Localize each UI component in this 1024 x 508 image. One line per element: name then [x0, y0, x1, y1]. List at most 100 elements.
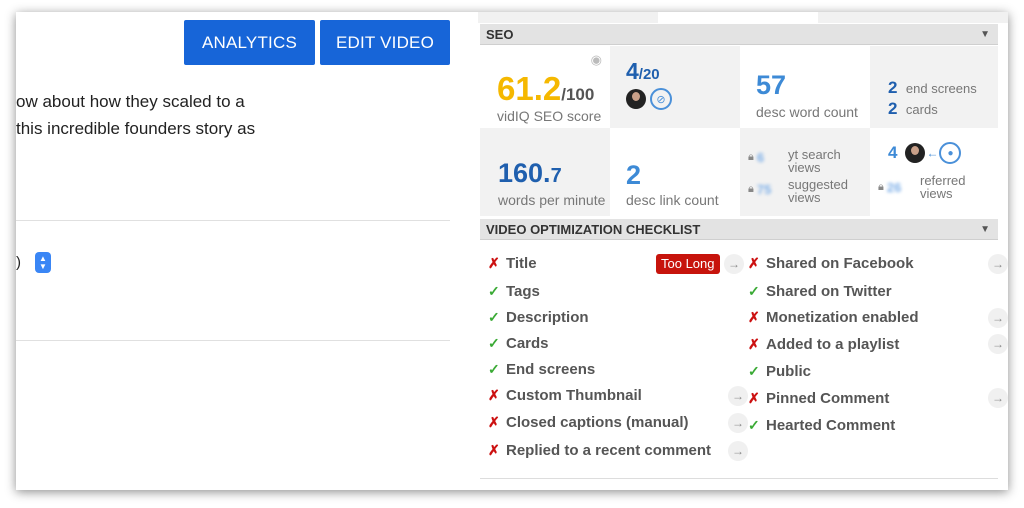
checklist-item-replied-comment[interactable]: ✗ Replied to a recent comment: [488, 442, 711, 459]
check-icon: ✓: [488, 283, 500, 299]
analytics-button[interactable]: ANALYTICS: [184, 20, 315, 65]
collapse-caret-icon[interactable]: ▼: [980, 24, 990, 45]
arrow-right-icon[interactable]: →: [988, 308, 1008, 328]
arrow-right-icon[interactable]: →: [724, 254, 744, 274]
video-description-line-1: ow about how they scaled to a: [16, 92, 245, 111]
fail-icon: ✗: [748, 255, 760, 271]
desc-link-count-value: 2: [626, 160, 642, 190]
arrow-right-icon[interactable]: →: [988, 388, 1008, 408]
checklist-header-label: VIDEO OPTIMIZATION CHECKLIST: [486, 222, 701, 237]
cards-label: cards: [905, 102, 938, 117]
fail-icon: ✗: [488, 442, 500, 458]
chevron-down-icon: ▼: [39, 261, 47, 271]
checklist-item-description[interactable]: ✓ Description: [488, 309, 589, 326]
fail-icon: ✗: [488, 255, 500, 271]
avatar: [905, 143, 926, 163]
select-value[interactable]: ): [16, 254, 21, 271]
words-per-minute-tile: 160.7 words per minute: [480, 128, 610, 216]
yt-search-value: 6: [756, 150, 765, 165]
desc-word-count-label: desc word count: [756, 104, 858, 120]
end-screens-cards-tile: 2 end screens 2 cards: [870, 46, 998, 128]
checklist-section-header[interactable]: VIDEO OPTIMIZATION CHECKLIST ▼: [480, 219, 998, 240]
seo-score-label: vidIQ SEO score: [497, 108, 602, 124]
checklist-item-shared-facebook[interactable]: ✗ Shared on Facebook: [748, 255, 914, 272]
seo-score-max: /100: [561, 85, 595, 104]
checklist-item-label: Tags: [506, 283, 540, 300]
desc-word-count-tile: 57 desc word count: [740, 46, 870, 128]
suggested-label: suggested views: [788, 177, 848, 205]
referrer-count: 4: [888, 143, 898, 162]
arrow-right-icon[interactable]: →: [988, 334, 1008, 354]
seo-score-tile: ◉ 61.2/100 vidIQ SEO score: [480, 46, 610, 128]
checklist-item-title[interactable]: ✗ Title: [488, 255, 537, 272]
checklist-item-end-screens[interactable]: ✓ End screens: [488, 361, 595, 378]
fail-icon: ✗: [488, 414, 500, 430]
too-long-badge: Too Long: [656, 254, 720, 274]
fail-icon: ✗: [748, 336, 760, 352]
cards-count: 2: [888, 99, 898, 118]
checklist-item-label: Pinned Comment: [766, 390, 890, 407]
collapse-caret-icon[interactable]: ▼: [980, 219, 990, 240]
checklist-item-public[interactable]: ✓ Public: [748, 363, 811, 380]
checklist-item-label: Custom Thumbnail: [506, 387, 642, 404]
checklist-item-closed-captions[interactable]: ✗ Closed captions (manual): [488, 414, 689, 431]
referred-value: 26: [886, 180, 902, 195]
desc-word-count-value: 57: [756, 70, 787, 100]
lock-icon: 🔒︎: [748, 151, 754, 163]
avatar: [626, 89, 646, 109]
search-views-tile: 🔒︎ 6 yt search views 🔒︎ 75 suggested vie…: [740, 128, 870, 216]
checklist-item-monetization[interactable]: ✗ Monetization enabled: [748, 309, 919, 326]
arrow-right-icon[interactable]: →: [728, 386, 748, 406]
checklist-item-label: Monetization enabled: [766, 309, 919, 326]
checklist-item-hearted-comment[interactable]: ✓ Hearted Comment: [748, 417, 895, 434]
check-icon: ✓: [748, 283, 760, 299]
wpm-label: words per minute: [498, 192, 606, 208]
end-screens-label: end screens: [905, 81, 977, 96]
panel-top-strip: [478, 12, 1008, 23]
video-details-pane: ANALYTICS EDIT VIDEO ow about how they s…: [16, 12, 466, 490]
fail-icon: ✗: [748, 390, 760, 406]
checklist-item-label: Shared on Twitter: [766, 283, 892, 300]
checklist-item-label: Added to a playlist: [766, 336, 900, 353]
referred-label: referred views: [920, 173, 966, 201]
tag-count-tile: 4/20 ⊘: [610, 46, 740, 128]
referred-views-tile: 4 ← ● 🔒︎ 26 referred views: [870, 128, 998, 216]
eye-icon[interactable]: ◉: [591, 52, 602, 68]
check-icon: ✓: [488, 309, 500, 325]
checklist-item-custom-thumbnail[interactable]: ✗ Custom Thumbnail: [488, 387, 642, 404]
yt-search-label: yt search views: [788, 147, 841, 175]
checklist-item-label: Hearted Comment: [766, 417, 896, 434]
wpm-decimal: 7: [550, 165, 562, 187]
desc-link-count-label: desc link count: [626, 192, 719, 208]
screenshot-frame: ANALYTICS EDIT VIDEO ow about how they s…: [16, 12, 1008, 490]
checklist-item-shared-twitter[interactable]: ✓ Shared on Twitter: [748, 283, 892, 300]
checklist-item-label: Cards: [506, 335, 549, 352]
wpm-value: 160.: [498, 158, 551, 188]
arrow-left-icon: ←: [926, 146, 939, 160]
edit-video-button[interactable]: EDIT VIDEO: [320, 20, 450, 65]
arrow-right-icon[interactable]: →: [728, 441, 748, 461]
checklist-item-cards[interactable]: ✓ Cards: [488, 335, 549, 352]
fail-icon: ✗: [748, 309, 760, 325]
divider: [480, 478, 998, 479]
check-icon: ✓: [488, 335, 500, 351]
select-stepper[interactable]: ▲ ▼: [35, 252, 51, 273]
divider: [16, 220, 450, 221]
user-icon[interactable]: ●: [939, 142, 962, 164]
check-icon: ✓: [748, 363, 760, 379]
checklist-item-pinned-comment[interactable]: ✗ Pinned Comment: [748, 390, 889, 407]
checklist-item-label: Shared on Facebook: [766, 255, 914, 272]
arrow-right-icon[interactable]: →: [728, 413, 748, 433]
link-icon[interactable]: ⊘: [650, 88, 672, 110]
seo-section-header[interactable]: SEO ▼: [480, 24, 998, 45]
checklist-item-tags[interactable]: ✓ Tags: [488, 283, 540, 300]
checklist-item-playlist[interactable]: ✗ Added to a playlist: [748, 336, 899, 353]
checklist-item-label: End screens: [506, 361, 596, 378]
arrow-right-icon[interactable]: →: [988, 254, 1008, 274]
divider: [16, 340, 450, 341]
desc-link-count-tile: 2 desc link count: [610, 128, 740, 216]
tag-count-value: 4: [626, 58, 639, 84]
checklist-item-label: Title: [506, 255, 537, 272]
checklist-item-label: Closed captions (manual): [506, 414, 689, 431]
video-description-line-2: this incredible founders story as: [16, 119, 256, 138]
